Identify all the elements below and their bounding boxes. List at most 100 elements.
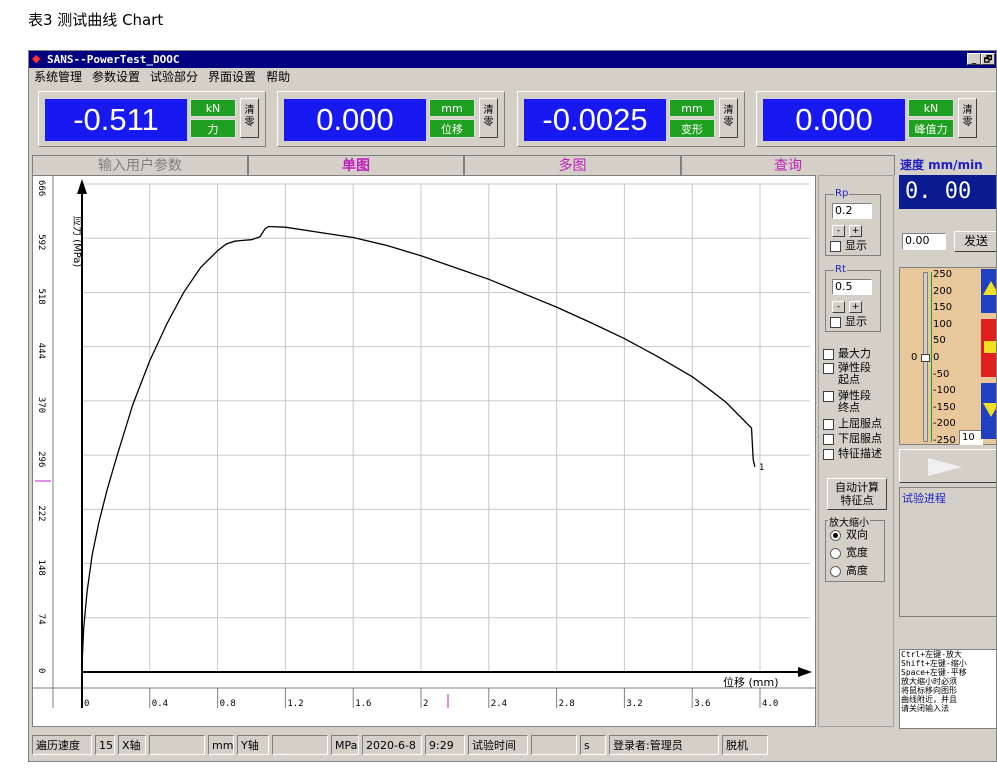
arrow-down-icon: [983, 403, 996, 417]
x-tick-label: 1.6: [355, 699, 371, 709]
check-elastic-end-label: 弹性段 终点: [838, 389, 871, 414]
scale-label: 0: [933, 352, 940, 363]
displacement-value: 0.000: [284, 99, 426, 141]
scale-label: -150: [933, 401, 956, 413]
y-axis-arrow: [77, 179, 87, 194]
rt-minus-button[interactable]: -: [832, 301, 845, 313]
arrow-up-icon: [983, 281, 996, 295]
stop-button[interactable]: [981, 319, 996, 377]
zoom-height-radio[interactable]: 高度: [830, 565, 868, 577]
force-clear-button[interactable]: 清零: [240, 98, 259, 138]
figure-caption: 表3 测试曲线 Chart: [28, 11, 164, 29]
send-button[interactable]: 发送: [954, 231, 996, 252]
checkbox-icon: [830, 240, 841, 252]
zoom-width-radio[interactable]: 宽度: [830, 547, 868, 559]
displacement-clear-label: 清零: [483, 105, 494, 128]
y-tick-label: 222: [36, 505, 46, 521]
rp-input[interactable]: 0.2: [832, 203, 872, 219]
peak-force-clear-label: 清零: [962, 105, 973, 128]
check-feature-desc-label: 特征描述: [838, 447, 882, 460]
check-upper-yield-label: 上屈服点: [838, 417, 882, 430]
check-upper-yield[interactable]: 上屈服点: [823, 418, 882, 430]
slider-thumb[interactable]: [921, 354, 930, 362]
menu-bar: 系统管理 参数设置 试验部分 界面设置 帮助: [29, 68, 996, 86]
check-max-force[interactable]: 最大力: [823, 348, 871, 360]
radio-icon: [830, 547, 841, 559]
rp-title: Rp: [834, 188, 850, 199]
y-tick-label: 296: [36, 451, 46, 467]
rp-show-checkbox[interactable]: 显示: [830, 240, 867, 252]
deformation-panel: -0.0025 mm 变形 清零: [517, 91, 745, 147]
force-quantity[interactable]: 力: [190, 119, 236, 138]
speed-scale: 250 200 150 100 50 0 -50 -100 -150 -200 -250: [933, 268, 963, 446]
auto-calc-button[interactable]: 自动计算 特征点: [827, 478, 887, 510]
x-tick-label: 2.4: [491, 699, 507, 709]
minimize-button[interactable]: _: [967, 53, 981, 65]
check-elastic-start-label: 弹性段 起点: [838, 361, 871, 386]
plot-area[interactable]: 0 0.4 0.8 1.2 1.6 2 2.4 2.8 3.2 3.6 4.0 0 74 148 222 29…: [32, 175, 816, 727]
check-elastic-end[interactable]: 弹性段 终点: [823, 390, 871, 414]
status-test-time-value: [531, 735, 577, 755]
analysis-panel: Rp 0.2 - + 显示 Rt 0.5 - + 显示 最大力 弹性段 起点 弹…: [818, 175, 894, 727]
zoom-width-label: 宽度: [846, 546, 868, 559]
check-lower-yield[interactable]: 下屈服点: [823, 433, 882, 445]
rt-plus-button[interactable]: +: [849, 301, 862, 313]
speed-up-button[interactable]: [981, 269, 996, 313]
menu-params[interactable]: 参数设置: [87, 68, 145, 86]
speed-input[interactable]: 0.00: [902, 233, 946, 250]
menu-test[interactable]: 试验部分: [145, 68, 203, 86]
menu-help[interactable]: 帮助: [261, 68, 295, 86]
y-tick-label: 518: [36, 288, 46, 304]
speed-down-button[interactable]: [981, 383, 996, 439]
rt-input[interactable]: 0.5: [832, 279, 872, 295]
rp-minus-button[interactable]: -: [832, 225, 845, 237]
y-tick-label: 666: [36, 180, 46, 196]
status-time: 9:29: [425, 735, 465, 755]
displacement-unit[interactable]: mm: [429, 99, 475, 117]
deformation-clear-button[interactable]: 清零: [719, 98, 738, 138]
tab-query[interactable]: 查询: [681, 155, 895, 175]
force-unit[interactable]: kN: [190, 99, 236, 117]
x-axis-label: 位移 (mm): [723, 675, 779, 689]
status-speed-value: 15: [95, 735, 115, 755]
stress-displacement-chart[interactable]: 0 0.4 0.8 1.2 1.6 2 2.4 2.8 3.2 3.6 4.0 0 74 148 222 29…: [33, 176, 815, 726]
deformation-unit[interactable]: mm: [669, 99, 715, 117]
restore-button[interactable]: 🗗: [981, 53, 995, 65]
menu-ui[interactable]: 界面设置: [203, 68, 261, 86]
check-elastic-start[interactable]: 弹性段 起点: [823, 362, 871, 386]
x-tick-label: 1.2: [287, 699, 303, 709]
scale-label: -250: [933, 435, 956, 446]
status-speed-label: 遍历速度: [32, 735, 92, 755]
deformation-quantity[interactable]: 变形: [669, 119, 715, 138]
x-tick-label: 2: [423, 699, 428, 709]
peak-force-quantity[interactable]: 峰值力: [908, 119, 954, 138]
menu-system[interactable]: 系统管理: [29, 68, 87, 86]
status-y-value: [272, 735, 328, 755]
scale-label: -100: [933, 385, 956, 397]
checkbox-icon: [823, 348, 834, 360]
rp-group: Rp 0.2 - + 显示: [825, 188, 881, 256]
status-x-value: [149, 735, 205, 755]
y-tick-label: 74: [36, 614, 46, 625]
rt-show-checkbox[interactable]: 显示: [830, 316, 867, 328]
speed-value-display: 0. 00: [899, 175, 996, 209]
tab-user-params[interactable]: 输入用户参数: [32, 155, 248, 175]
x-tick-label: 2.8: [559, 699, 575, 709]
title-bar: ◆ SANS--PowerTest_DOOC _ 🗗: [29, 51, 996, 68]
end-marker-label: 1: [759, 463, 764, 473]
step-input[interactable]: 10: [959, 430, 983, 445]
status-test-time-unit: s: [580, 735, 606, 755]
peak-force-clear-button[interactable]: 清零: [958, 98, 977, 138]
check-feature-desc[interactable]: 特征描述: [823, 448, 882, 460]
peak-force-unit[interactable]: kN: [908, 99, 954, 117]
status-x-label: X轴: [118, 735, 146, 755]
displacement-quantity[interactable]: 位移: [429, 119, 475, 138]
rp-plus-button[interactable]: +: [849, 225, 862, 237]
zoom-both-radio[interactable]: 双向: [830, 529, 868, 541]
tab-single-chart[interactable]: 单图: [248, 155, 464, 175]
displacement-clear-button[interactable]: 清零: [479, 98, 498, 138]
status-x-unit: mm: [208, 735, 234, 755]
start-test-button[interactable]: [899, 449, 996, 483]
status-login: 登录者:管理员: [609, 735, 719, 755]
tab-multi-chart[interactable]: 多图: [464, 155, 681, 175]
